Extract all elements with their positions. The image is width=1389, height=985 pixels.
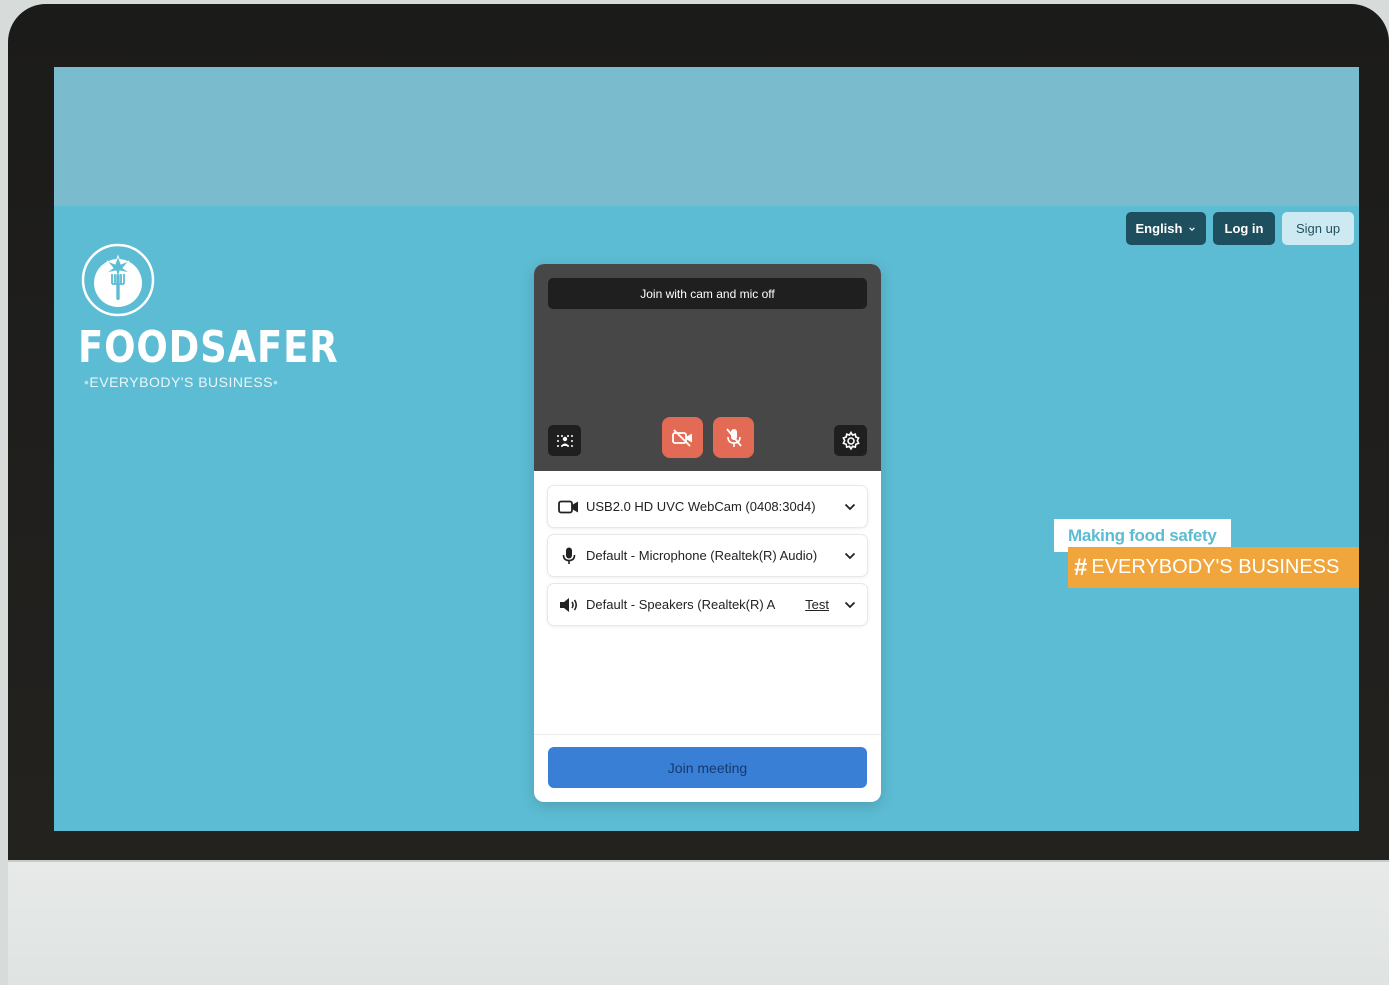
gear-icon [841,430,860,450]
prejoin-dialog: Join with cam and mic off USB2.0 HD UVC … [534,264,881,802]
speaker-icon [558,596,580,614]
test-speaker-link[interactable]: Test [805,597,829,612]
speaker-select[interactable]: Default - Speakers (Realtek(R) A Test [548,584,867,625]
video-preview: Join with cam and mic off [534,264,881,471]
microphone-icon [558,547,580,565]
signup-button[interactable]: Sign up [1282,212,1354,245]
speaker-device-label: Default - Speakers (Realtek(R) A [586,597,776,612]
join-cam-mic-off-button[interactable]: Join with cam and mic off [548,278,867,309]
camera-off-icon [671,428,692,447]
foodsafer-logo-icon [81,243,155,317]
background-blur-icon [556,434,573,447]
top-band [54,67,1359,206]
monitor-chin [8,860,1389,985]
brand-tagline: •EVERYBODY'S BUSINESS• [84,374,278,390]
tagline-dot: • [273,374,279,390]
chevron-down-icon [1189,226,1196,231]
hashtag-symbol: # [1074,553,1088,581]
mic-toggle-button[interactable] [713,417,754,458]
settings-button[interactable] [834,425,867,456]
join-meeting-button[interactable]: Join meeting [548,747,867,788]
tagline-text: EVERYBODY'S BUSINESS [89,374,273,390]
chevron-down-icon [844,503,856,510]
camera-toggle-button[interactable] [662,417,703,458]
microphone-device-label: Default - Microphone (Realtek(R) Audio) [586,548,818,563]
language-select[interactable]: English [1126,212,1206,245]
slogan-line-2: EVERYBODY'S BUSINESS [1091,556,1340,578]
screen: English Log in Sign up FOODSAFER •EVERYB… [54,67,1359,831]
camera-device-label: USB2.0 HD UVC WebCam (0408:30d4) [586,499,816,514]
camera-select[interactable]: USB2.0 HD UVC WebCam (0408:30d4) [548,486,867,527]
divider [534,734,881,735]
slogan-line-2-box: # EVERYBODY'S BUSINESS [1068,547,1359,588]
chevron-down-icon [844,601,856,608]
brand-name: FOODSAFER [78,322,339,373]
camera-icon [558,498,580,516]
microphone-select[interactable]: Default - Microphone (Realtek(R) Audio) [548,535,867,576]
mic-off-icon [725,427,742,447]
background-effects-button[interactable] [548,425,581,456]
chevron-down-icon [844,552,856,559]
language-label: English [1135,221,1183,236]
login-button[interactable]: Log in [1213,212,1275,245]
